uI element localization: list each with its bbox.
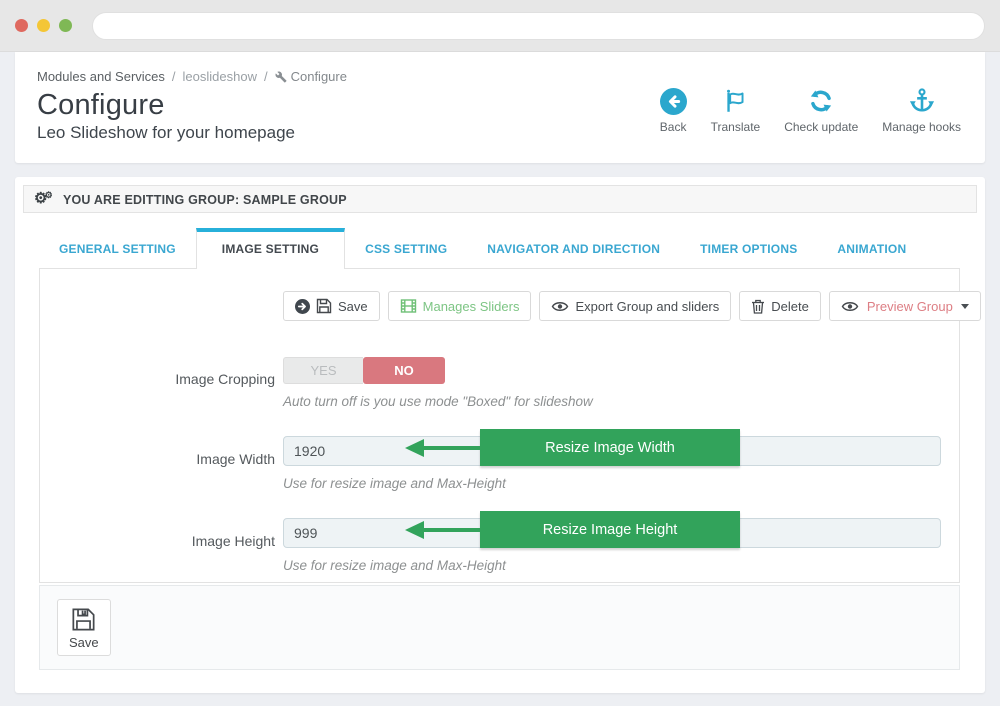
save-group-label: Save <box>338 299 368 314</box>
manage-hooks-label: Manage hooks <box>882 120 961 134</box>
group-toolbar: Save Manages Sliders Export Group and sl… <box>283 291 941 321</box>
preview-group-label: Preview Group <box>867 299 953 314</box>
breadcrumb-modules[interactable]: Modules and Services <box>37 69 165 84</box>
save-button[interactable]: Save <box>57 599 111 656</box>
config-panel: ⚙⚙ YOU ARE EDITTING GROUP: SAMPLE GROUP … <box>15 177 985 693</box>
breadcrumb-separator: / <box>264 69 268 84</box>
page: Modules and Services / leoslideshow / Co… <box>0 52 1000 693</box>
address-bar[interactable] <box>92 12 985 40</box>
window-controls <box>15 19 72 32</box>
header-actions: Back Translate Check update <box>660 86 961 134</box>
breadcrumb-separator: / <box>172 69 176 84</box>
tab-general-setting[interactable]: GENERAL SETTING <box>39 230 196 268</box>
manage-hooks-button[interactable]: Manage hooks <box>882 86 961 134</box>
delete-button[interactable]: Delete <box>739 291 821 321</box>
check-update-button[interactable]: Check update <box>784 86 858 134</box>
page-header: Modules and Services / leoslideshow / Co… <box>15 52 985 163</box>
browser-chrome <box>0 0 1000 52</box>
flag-icon <box>721 86 749 116</box>
image-cropping-control: YES NO <box>283 357 941 384</box>
tab-timer-options[interactable]: TIMER OPTIONS <box>680 230 817 268</box>
close-window-button[interactable] <box>15 19 28 32</box>
resize-width-callout: Resize Image Width <box>480 429 740 466</box>
floppy-icon <box>71 607 96 632</box>
trash-icon <box>751 299 765 314</box>
image-height-control: Resize Image Height <box>283 518 941 548</box>
image-height-label: Image Height <box>45 533 275 549</box>
breadcrumb-configure-label: Configure <box>291 69 347 84</box>
eye-icon <box>551 300 569 313</box>
refresh-icon <box>807 86 835 116</box>
image-height-row: Image Height Resize Image Height <box>283 518 941 548</box>
check-update-label: Check update <box>784 120 858 134</box>
tab-css-setting[interactable]: CSS SETTING <box>345 230 467 268</box>
panel-header-label: YOU ARE EDITTING GROUP: SAMPLE GROUP <box>63 193 347 207</box>
tab-navigator-and-direction[interactable]: NAVIGATOR AND DIRECTION <box>467 230 680 268</box>
back-label: Back <box>660 120 687 134</box>
anchor-icon <box>908 86 936 116</box>
back-circle-arrow-icon <box>660 86 687 116</box>
image-setting-pane: Save Manages Sliders Export Group and sl… <box>39 268 960 583</box>
panel-footer: Save <box>39 585 960 670</box>
image-cropping-label: Image Cropping <box>45 371 275 387</box>
eye-icon <box>841 300 859 313</box>
save-group-button[interactable]: Save <box>283 291 380 321</box>
resize-height-callout: Resize Image Height <box>480 511 740 548</box>
image-width-label: Image Width <box>45 451 275 467</box>
back-button[interactable]: Back <box>660 86 687 134</box>
image-cropping-help: Auto turn off is you use mode "Boxed" fo… <box>283 393 941 411</box>
arrow-circle-right-icon <box>295 299 310 314</box>
minimize-window-button[interactable] <box>37 19 50 32</box>
save-label: Save <box>69 635 99 650</box>
floppy-icon <box>316 298 332 314</box>
wrench-icon <box>275 71 287 83</box>
screen: Modules and Services / leoslideshow / Co… <box>0 0 1000 706</box>
image-width-help: Use for resize image and Max-Height <box>283 475 941 493</box>
breadcrumb-leoslideshow[interactable]: leoslideshow <box>183 69 257 84</box>
manages-sliders-button[interactable]: Manages Sliders <box>388 291 532 321</box>
image-height-help: Use for resize image and Max-Height <box>283 557 941 575</box>
translate-label: Translate <box>711 120 761 134</box>
manages-sliders-label: Manages Sliders <box>423 299 520 314</box>
image-cropping-row: Image Cropping YES NO <box>283 357 941 384</box>
chevron-down-icon <box>961 304 969 309</box>
cropping-no-option[interactable]: NO <box>363 357 445 384</box>
image-cropping-toggle: YES NO <box>283 357 445 384</box>
tab-animation[interactable]: ANIMATION <box>817 230 926 268</box>
image-width-control: Resize Image Width <box>283 436 941 466</box>
breadcrumb: Modules and Services / leoslideshow / Co… <box>37 69 963 84</box>
tab-image-setting[interactable]: IMAGE SETTING <box>196 228 345 269</box>
export-group-button[interactable]: Export Group and sliders <box>539 291 731 321</box>
panel-header: ⚙⚙ YOU ARE EDITTING GROUP: SAMPLE GROUP <box>23 185 977 213</box>
delete-label: Delete <box>771 299 809 314</box>
cropping-yes-option[interactable]: YES <box>283 357 363 384</box>
cogs-icon: ⚙⚙ <box>34 191 56 206</box>
translate-button[interactable]: Translate <box>711 86 761 134</box>
export-group-label: Export Group and sliders <box>575 299 719 314</box>
breadcrumb-configure: Configure <box>275 69 347 84</box>
maximize-window-button[interactable] <box>59 19 72 32</box>
tab-bar: GENERAL SETTING IMAGE SETTING CSS SETTIN… <box>39 228 977 268</box>
preview-group-button[interactable]: Preview Group <box>829 291 981 321</box>
film-icon <box>400 298 417 314</box>
image-width-row: Image Width Resize Image Width <box>283 436 941 466</box>
